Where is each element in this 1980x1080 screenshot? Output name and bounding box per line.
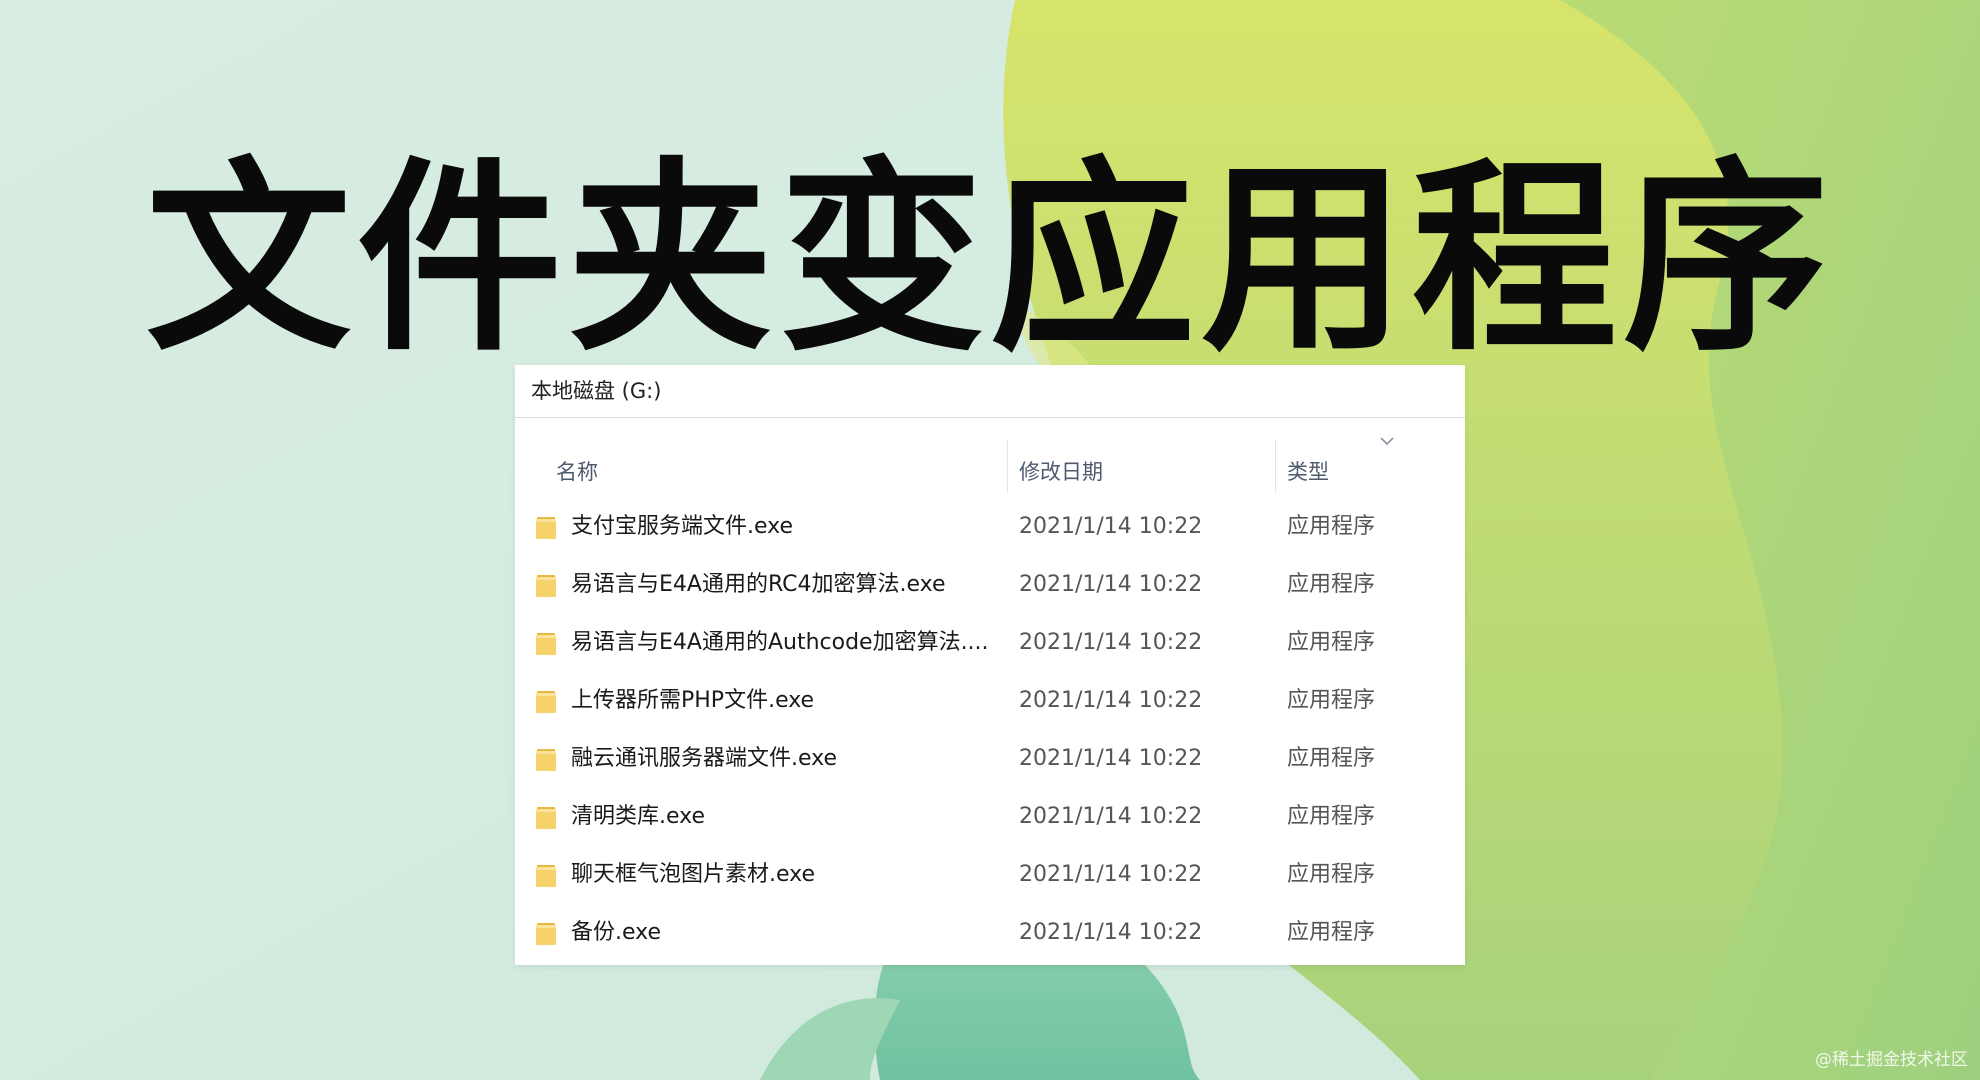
file-row[interactable]: 备份.exe 2021/1/14 10:22 应用程序 <box>515 904 1465 962</box>
file-modified-date: 2021/1/14 10:22 <box>1019 746 1203 771</box>
folder-icon <box>536 807 556 829</box>
folder-icon <box>536 691 556 713</box>
column-separator[interactable] <box>1275 440 1276 492</box>
file-modified-date: 2021/1/14 10:22 <box>1019 920 1203 945</box>
file-type: 应用程序 <box>1287 804 1376 829</box>
folder-icon <box>536 575 556 597</box>
file-name: 融云通讯服务器端文件.exe <box>571 746 838 771</box>
file-explorer-window: 本地磁盘 (G:) 名称 修改日期 类型 支付宝服务端文件.exe 2021/1/… <box>515 365 1465 965</box>
watermark: @稀土掘金技术社区 <box>1815 1050 1968 1070</box>
folder-icon <box>536 633 556 655</box>
file-name: 易语言与E4A通用的Authcode加密算法.... <box>571 630 989 655</box>
folder-icon <box>536 749 556 771</box>
file-type: 应用程序 <box>1287 746 1376 771</box>
file-modified-date: 2021/1/14 10:22 <box>1019 688 1203 713</box>
file-name: 支付宝服务端文件.exe <box>571 514 794 539</box>
file-row[interactable]: 聊天框气泡图片素材.exe 2021/1/14 10:22 应用程序 <box>515 846 1465 904</box>
file-row[interactable]: 上传器所需PHP文件.exe 2021/1/14 10:22 应用程序 <box>515 672 1465 730</box>
file-name: 聊天框气泡图片素材.exe <box>571 862 816 887</box>
file-type: 应用程序 <box>1287 630 1376 655</box>
column-header-name[interactable]: 名称 <box>556 452 598 492</box>
folder-icon <box>536 923 556 945</box>
address-bar-path[interactable]: 本地磁盘 (G:) <box>531 369 661 413</box>
file-row[interactable]: 易语言与E4A通用的RC4加密算法.exe 2021/1/14 10:22 应用程序 <box>515 556 1465 614</box>
chevron-down-icon[interactable] <box>1377 433 1397 449</box>
file-name: 上传器所需PHP文件.exe <box>571 688 815 713</box>
column-separator[interactable] <box>1007 440 1008 492</box>
file-modified-date: 2021/1/14 10:22 <box>1019 630 1203 655</box>
file-row[interactable]: 易语言与E4A通用的Authcode加密算法.... 2021/1/14 10:2… <box>515 614 1465 672</box>
file-modified-date: 2021/1/14 10:22 <box>1019 514 1203 539</box>
column-header-type[interactable]: 类型 <box>1287 452 1329 492</box>
file-type: 应用程序 <box>1287 572 1376 597</box>
file-row[interactable]: 支付宝服务端文件.exe 2021/1/14 10:22 应用程序 <box>515 498 1465 556</box>
file-name: 清明类库.exe <box>571 804 706 829</box>
address-divider <box>515 417 1465 418</box>
file-type: 应用程序 <box>1287 920 1376 945</box>
column-header-date[interactable]: 修改日期 <box>1019 452 1103 492</box>
file-name: 易语言与E4A通用的RC4加密算法.exe <box>571 572 946 597</box>
file-type: 应用程序 <box>1287 862 1376 887</box>
file-modified-date: 2021/1/14 10:22 <box>1019 804 1203 829</box>
file-row[interactable]: 清明类库.exe 2021/1/14 10:22 应用程序 <box>515 788 1465 846</box>
headline-title: 文件夹变应用程序 <box>146 141 1834 379</box>
file-name: 备份.exe <box>571 920 662 945</box>
file-type: 应用程序 <box>1287 514 1376 539</box>
file-modified-date: 2021/1/14 10:22 <box>1019 862 1203 887</box>
folder-icon <box>536 517 556 539</box>
file-row[interactable]: 融云通讯服务器端文件.exe 2021/1/14 10:22 应用程序 <box>515 730 1465 788</box>
file-type: 应用程序 <box>1287 688 1376 713</box>
folder-icon <box>536 865 556 887</box>
file-modified-date: 2021/1/14 10:22 <box>1019 572 1203 597</box>
